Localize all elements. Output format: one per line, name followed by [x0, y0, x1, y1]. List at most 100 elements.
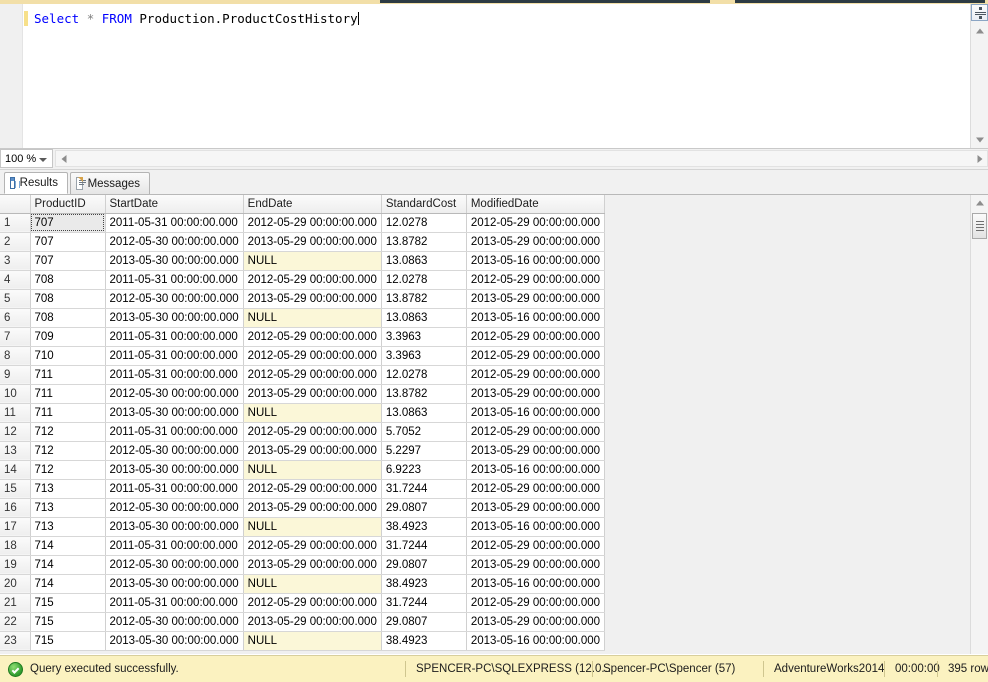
results-grid-area[interactable]: ProductID StartDate EndDate StandardCost…	[0, 195, 971, 654]
row-number-cell[interactable]: 10	[0, 384, 31, 404]
row-number-cell[interactable]: 16	[0, 498, 31, 518]
grid-cell-enddate[interactable]: NULL	[243, 517, 382, 537]
editor-scroll-up-button[interactable]	[971, 23, 988, 38]
grid-cell-startdate[interactable]: 2011-05-31 00:00:00.000	[105, 593, 244, 613]
grid-cell-enddate[interactable]: 2012-05-29 00:00:00.000	[243, 270, 382, 290]
row-number-cell[interactable]: 22	[0, 612, 31, 632]
grid-cell-productid[interactable]: 714	[30, 555, 106, 575]
table-row[interactable]: 17 713 2013-05-30 00:00:00.000 NULL 38.4923 2…	[0, 517, 606, 537]
grid-cell-productid[interactable]: 715	[30, 593, 106, 613]
grid-cell-standardcost[interactable]: 13.0863	[381, 251, 467, 271]
sql-query-text[interactable]: Select * FROM Production.ProductCostHist…	[34, 10, 359, 27]
grid-cell-startdate[interactable]: 2011-05-31 00:00:00.000	[105, 536, 244, 556]
grid-cell-startdate[interactable]: 2013-05-30 00:00:00.000	[105, 517, 244, 537]
grid-cell-modifieddate[interactable]: 2013-05-16 00:00:00.000	[466, 574, 606, 594]
grid-cell-standardcost[interactable]: 29.0807	[381, 555, 467, 575]
grid-cell-modifieddate[interactable]: 2012-05-29 00:00:00.000	[466, 593, 606, 613]
grid-cell-productid[interactable]: 713	[30, 479, 106, 499]
grid-cell-startdate[interactable]: 2013-05-30 00:00:00.000	[105, 403, 244, 423]
table-row[interactable]: 15 713 2011-05-31 00:00:00.000 2012-05-29 0…	[0, 479, 606, 499]
table-row[interactable]: 20 714 2013-05-30 00:00:00.000 NULL 38.4923 2…	[0, 574, 606, 594]
column-header-modifieddate[interactable]: ModifiedDate	[466, 195, 606, 214]
grid-cell-modifieddate[interactable]: 2013-05-29 00:00:00.000	[466, 498, 606, 518]
grid-cell-modifieddate[interactable]: 2012-05-29 00:00:00.000	[466, 365, 606, 385]
grid-cell-productid[interactable]: 713	[30, 517, 106, 537]
table-row[interactable]: 19 714 2012-05-30 00:00:00.000 2013-05-29 0…	[0, 555, 606, 575]
grid-cell-enddate[interactable]: NULL	[243, 460, 382, 480]
grid-cell-modifieddate[interactable]: 2012-05-29 00:00:00.000	[466, 213, 606, 233]
grid-cell-startdate[interactable]: 2011-05-31 00:00:00.000	[105, 479, 244, 499]
grid-cell-enddate[interactable]: 2012-05-29 00:00:00.000	[243, 536, 382, 556]
grid-cell-enddate[interactable]: 2013-05-29 00:00:00.000	[243, 498, 382, 518]
row-number-cell[interactable]: 18	[0, 536, 31, 556]
grid-cell-modifieddate[interactable]: 2013-05-29 00:00:00.000	[466, 441, 606, 461]
grid-cell-startdate[interactable]: 2011-05-31 00:00:00.000	[105, 346, 244, 366]
grid-cell-standardcost[interactable]: 13.8782	[381, 232, 467, 252]
grid-cell-standardcost[interactable]: 3.3963	[381, 346, 467, 366]
grid-cell-modifieddate[interactable]: 2013-05-29 00:00:00.000	[466, 232, 606, 252]
grid-cell-modifieddate[interactable]: 2012-05-29 00:00:00.000	[466, 346, 606, 366]
results-vertical-scrollbar[interactable]	[970, 195, 988, 654]
table-row[interactable]: 6 708 2013-05-30 00:00:00.000 NULL 13.0863 20…	[0, 308, 606, 328]
grid-cell-standardcost[interactable]: 13.0863	[381, 403, 467, 423]
row-number-cell[interactable]: 19	[0, 555, 31, 575]
grid-cell-enddate[interactable]: 2012-05-29 00:00:00.000	[243, 422, 382, 442]
grid-cell-startdate[interactable]: 2012-05-30 00:00:00.000	[105, 384, 244, 404]
grid-cell-startdate[interactable]: 2011-05-31 00:00:00.000	[105, 422, 244, 442]
grid-cell-productid[interactable]: 710	[30, 346, 106, 366]
row-number-cell[interactable]: 21	[0, 593, 31, 613]
grid-cell-productid[interactable]: 711	[30, 403, 106, 423]
row-number-cell[interactable]: 1	[0, 213, 31, 233]
grid-cell-modifieddate[interactable]: 2013-05-16 00:00:00.000	[466, 460, 606, 480]
grid-cell-modifieddate[interactable]: 2013-05-16 00:00:00.000	[466, 517, 606, 537]
column-header-productid[interactable]: ProductID	[30, 195, 106, 214]
grid-cell-enddate[interactable]: 2013-05-29 00:00:00.000	[243, 289, 382, 309]
table-row[interactable]: 12 712 2011-05-31 00:00:00.000 2012-05-29 0…	[0, 422, 606, 442]
table-row[interactable]: 10 711 2012-05-30 00:00:00.000 2013-05-29 0…	[0, 384, 606, 404]
editor-horizontal-scrollbar[interactable]	[55, 150, 988, 167]
grid-cell-productid[interactable]: 708	[30, 308, 106, 328]
table-row[interactable]: 16 713 2012-05-30 00:00:00.000 2013-05-29 0…	[0, 498, 606, 518]
grid-cell-modifieddate[interactable]: 2012-05-29 00:00:00.000	[466, 536, 606, 556]
grid-cell-enddate[interactable]: 2013-05-29 00:00:00.000	[243, 555, 382, 575]
grid-cell-enddate[interactable]: 2012-05-29 00:00:00.000	[243, 593, 382, 613]
grid-cell-startdate[interactable]: 2013-05-30 00:00:00.000	[105, 631, 244, 651]
table-row[interactable]: 18 714 2011-05-31 00:00:00.000 2012-05-29 0…	[0, 536, 606, 556]
grid-cell-startdate[interactable]: 2012-05-30 00:00:00.000	[105, 441, 244, 461]
grid-cell-productid[interactable]: 709	[30, 327, 106, 347]
grid-cell-startdate[interactable]: 2011-05-31 00:00:00.000	[105, 327, 244, 347]
grid-cell-productid[interactable]: 708	[30, 270, 106, 290]
table-row[interactable]: 9 711 2011-05-31 00:00:00.000 2012-05-29 00…	[0, 365, 606, 385]
editor-scroll-right-button[interactable]	[972, 151, 987, 166]
editor-scroll-left-button[interactable]	[56, 151, 71, 166]
table-row[interactable]: 8 710 2011-05-31 00:00:00.000 2012-05-29 00…	[0, 346, 606, 366]
row-number-cell[interactable]: 20	[0, 574, 31, 594]
grid-cell-enddate[interactable]: NULL	[243, 574, 382, 594]
row-number-cell[interactable]: 12	[0, 422, 31, 442]
grid-cell-startdate[interactable]: 2013-05-30 00:00:00.000	[105, 308, 244, 328]
grid-cell-standardcost[interactable]: 6.9223	[381, 460, 467, 480]
row-number-cell[interactable]: 11	[0, 403, 31, 423]
editor-scroll-down-button[interactable]	[971, 132, 988, 147]
grid-cell-enddate[interactable]: 2012-05-29 00:00:00.000	[243, 346, 382, 366]
grid-cell-modifieddate[interactable]: 2012-05-29 00:00:00.000	[466, 479, 606, 499]
row-number-cell[interactable]: 9	[0, 365, 31, 385]
grid-cell-modifieddate[interactable]: 2012-05-29 00:00:00.000	[466, 270, 606, 290]
grid-cell-standardcost[interactable]: 38.4923	[381, 574, 467, 594]
grid-cell-modifieddate[interactable]: 2013-05-29 00:00:00.000	[466, 289, 606, 309]
grid-cell-enddate[interactable]: 2013-05-29 00:00:00.000	[243, 612, 382, 632]
grid-cell-standardcost[interactable]: 13.8782	[381, 384, 467, 404]
grid-cell-enddate[interactable]: 2012-05-29 00:00:00.000	[243, 213, 382, 233]
grid-cell-productid[interactable]: 712	[30, 460, 106, 480]
grid-cell-productid[interactable]: 714	[30, 574, 106, 594]
grid-cell-modifieddate[interactable]: 2013-05-29 00:00:00.000	[466, 555, 606, 575]
grid-cell-startdate[interactable]: 2011-05-31 00:00:00.000	[105, 270, 244, 290]
grid-cell-modifieddate[interactable]: 2013-05-16 00:00:00.000	[466, 631, 606, 651]
results-scroll-up-button[interactable]	[971, 195, 988, 210]
column-header-standardcost[interactable]: StandardCost	[381, 195, 467, 214]
table-row[interactable]: 2 707 2012-05-30 00:00:00.000 2013-05-29 00…	[0, 232, 606, 252]
tab-results[interactable]: Results	[4, 172, 68, 194]
column-header-startdate[interactable]: StartDate	[105, 195, 244, 214]
grid-cell-startdate[interactable]: 2013-05-30 00:00:00.000	[105, 251, 244, 271]
grid-cell-standardcost[interactable]: 13.0863	[381, 308, 467, 328]
